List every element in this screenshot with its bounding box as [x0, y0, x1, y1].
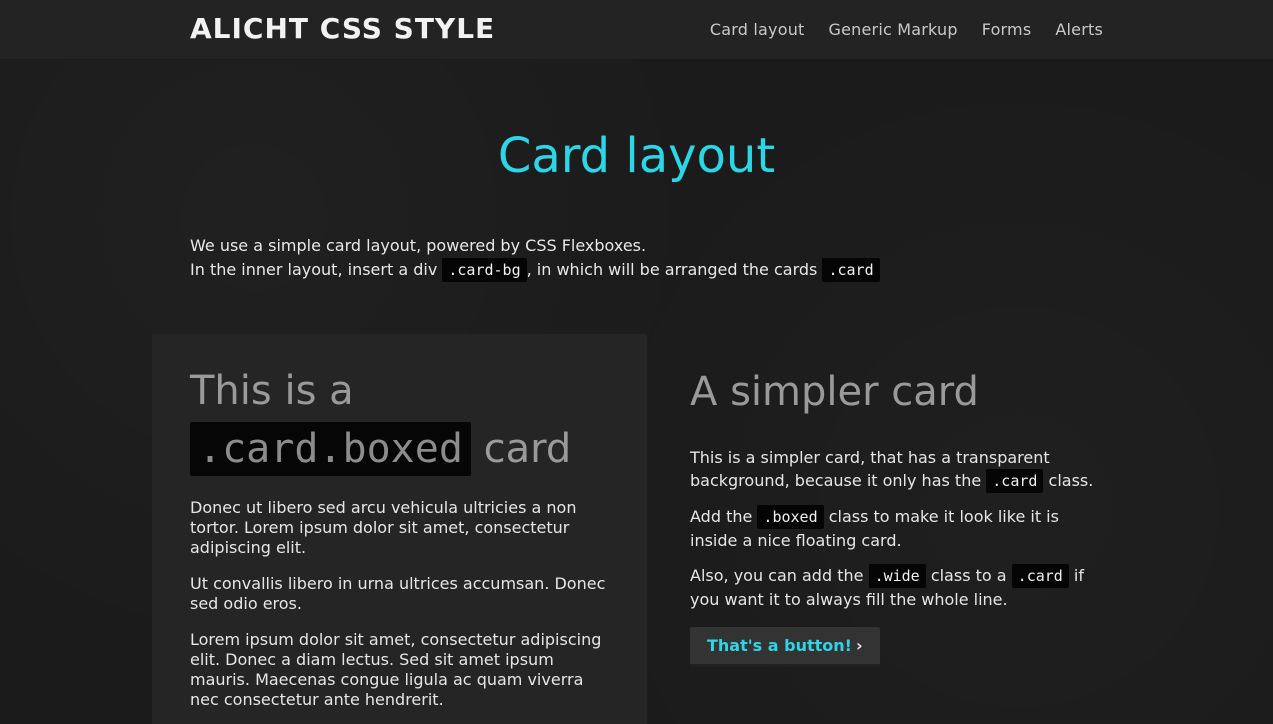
simple-p2-code: .boxed	[757, 505, 824, 529]
simple-p2-text-a: Add the	[690, 507, 753, 526]
code-card-bg: .card-bg	[442, 258, 527, 282]
code-card: .card	[822, 258, 880, 282]
simple-p3-text-b: class to a	[930, 566, 1007, 585]
intro-text-a: In the inner layout, insert a div	[190, 260, 438, 279]
boxed-card-title: This is a .card.boxed card	[190, 362, 609, 478]
thats-a-button[interactable]: That's a button! ›	[690, 627, 880, 667]
intro-text: We use a simple card layout, powered by …	[190, 234, 1090, 282]
boxed-paragraph-2: Ut convallis libero in urna ultrices acc…	[190, 574, 606, 613]
boxed-title-a: This is a	[190, 368, 354, 414]
nav-forms[interactable]: Forms	[982, 20, 1032, 39]
chevron-right-icon: ›	[855, 636, 863, 655]
main-nav: Card layout Generic Markup Forms Alerts	[710, 20, 1103, 39]
simple-p1-text-b: class.	[1048, 471, 1094, 490]
nav-card-layout[interactable]: Card layout	[710, 20, 805, 39]
simple-p3-text-a: Also, you can add the	[690, 566, 864, 585]
intro-line-2: In the inner layout, insert a div .card-…	[190, 258, 1090, 282]
simple-paragraph-1: This is a simpler card, that has a trans…	[690, 446, 1110, 493]
boxed-title-b: card	[483, 426, 572, 472]
simple-paragraph-2: Add the .boxed class to make it look lik…	[690, 505, 1110, 552]
intro-line-1: We use a simple card layout, powered by …	[190, 236, 647, 255]
page-title: Card layout	[497, 128, 776, 184]
boxed-title-code: .card.boxed	[190, 422, 471, 476]
boxed-card: This is a .card.boxed card Donec ut liber…	[152, 334, 647, 724]
boxed-paragraph-3: Lorem ipsum dolor sit amet, consectetur …	[190, 630, 602, 709]
button-label: That's a button!	[707, 636, 852, 655]
simple-paragraph-3: Also, you can add the .wide class to a .…	[690, 564, 1110, 611]
simple-card-title: A simpler card	[690, 369, 979, 415]
simple-p3-code-a: .wide	[868, 564, 926, 588]
nav-generic-markup[interactable]: Generic Markup	[829, 20, 958, 39]
intro-text-b: , in which will be arranged the cards	[526, 260, 818, 279]
simple-card: A simpler card This is a simpler card, t…	[690, 362, 1110, 667]
top-navigation-bar: ALICHT CSS STYLE Card layout Generic Mar…	[0, 0, 1273, 60]
simple-p1-code: .card	[986, 469, 1044, 493]
nav-alerts[interactable]: Alerts	[1055, 20, 1103, 39]
brand-logo[interactable]: ALICHT CSS STYLE	[190, 12, 495, 45]
boxed-paragraph-1: Donec ut libero sed arcu vehicula ultric…	[190, 498, 577, 557]
simple-p3-code-b: .card	[1011, 564, 1069, 588]
